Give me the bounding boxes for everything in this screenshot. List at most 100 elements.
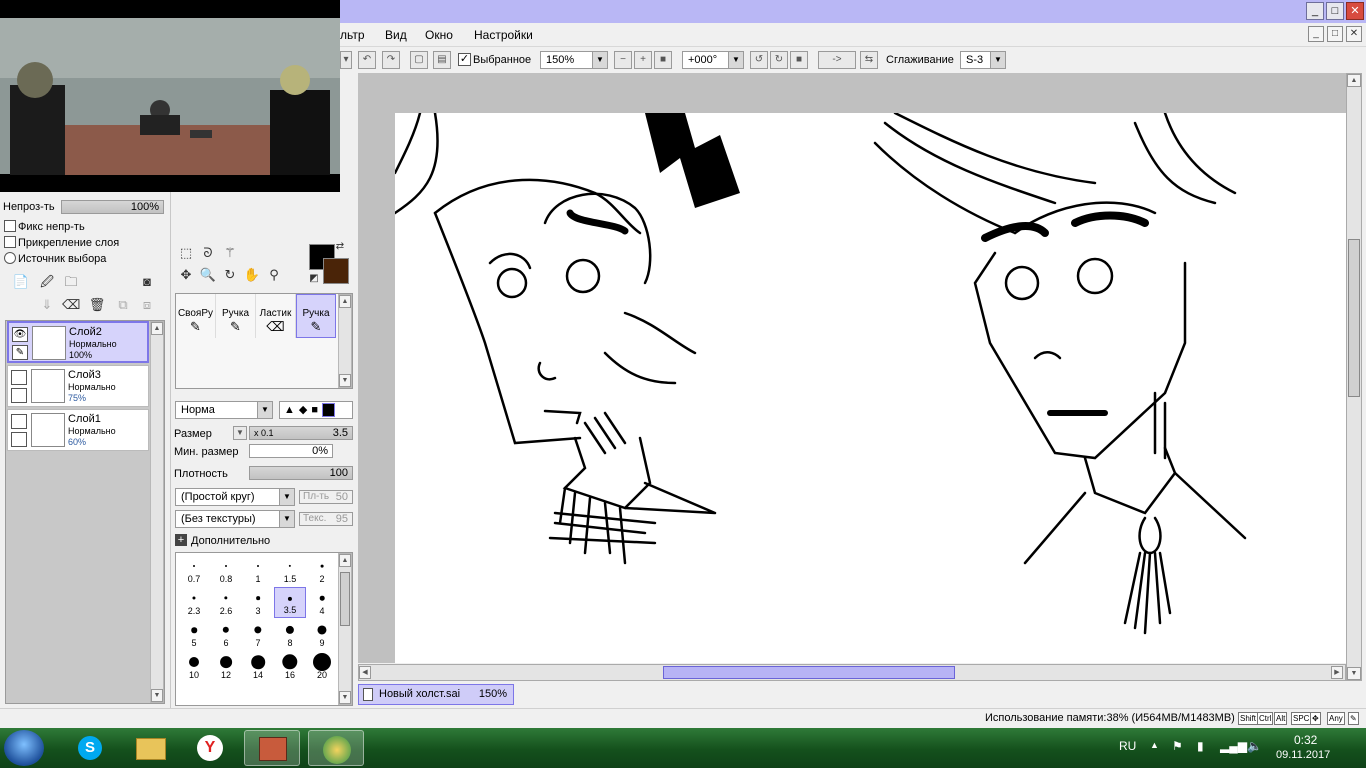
app-window-icon[interactable] <box>244 730 300 766</box>
skype-icon[interactable]: S <box>62 730 118 766</box>
zoom-reset-icon[interactable]: ■ <box>654 51 672 69</box>
layer-mask-icon[interactable]: ◙ <box>138 273 156 291</box>
transfer-down-icon[interactable]: ⇓ <box>38 296 56 314</box>
doc-restore-button[interactable]: □ <box>1327 26 1343 42</box>
layer-item[interactable]: 👁 ✎ Слой2 Нормально 100% <box>7 321 149 363</box>
paint-tool-sai-icon[interactable] <box>308 730 364 766</box>
brush-size-preset[interactable]: 2.3 <box>178 587 210 618</box>
brush-slot[interactable]: Ручка ✎ <box>216 294 256 338</box>
brush-scrollbar[interactable]: ▲ ▼ <box>338 294 352 388</box>
blend-mode-select[interactable]: Норма ▼ <box>175 401 273 419</box>
redo-icon[interactable]: ↷ <box>382 51 400 69</box>
texture-select[interactable]: (Без текстуры) ▼ <box>175 510 295 528</box>
new-vector-layer-icon[interactable]: 🖉 <box>38 273 56 291</box>
yandex-browser-icon[interactable]: Y <box>182 730 238 766</box>
smoothing-select[interactable]: S-3 ▼ <box>960 51 1006 69</box>
pen-icon[interactable]: ✎ <box>12 345 28 360</box>
size-range-icon[interactable]: ▼ <box>233 426 247 440</box>
expand-plus-icon[interactable]: + <box>175 534 187 546</box>
menu-filter[interactable]: льтр <box>340 28 365 42</box>
min-size-slider[interactable]: 0% <box>249 444 333 458</box>
brush-size-preset[interactable]: 0.8 <box>210 555 242 586</box>
battery-icon[interactable]: ▮ <box>1197 739 1204 753</box>
brush-size-preset[interactable]: 7 <box>242 619 274 650</box>
zoom-in-icon[interactable]: + <box>634 51 652 69</box>
brush-slot[interactable]: Ластик ⌫ <box>256 294 296 338</box>
zoom-icon[interactable]: 🔍 <box>199 266 217 284</box>
scroll-left-icon[interactable]: ◀ <box>359 666 371 679</box>
doc-minimize-button[interactable]: _ <box>1308 26 1324 42</box>
brush-shape-select[interactable]: (Простой круг) ▼ <box>175 488 295 506</box>
menu-settings[interactable]: Настройки <box>474 28 533 42</box>
size-slider[interactable]: x 0.1 3.5 <box>249 426 353 440</box>
lasso-icon[interactable]: ᘐ <box>199 244 217 262</box>
reset-colors-icon[interactable]: ◩ <box>307 272 321 286</box>
rotate-right-icon[interactable]: ↻ <box>770 51 788 69</box>
secondary-color-swatch[interactable] <box>323 258 349 284</box>
size-scrollbar[interactable]: ▲ ▼ <box>338 553 352 705</box>
texture-amount-slider[interactable]: Текс. 95 <box>299 512 353 526</box>
magic-wand-icon[interactable]: ⚚ <box>221 244 239 262</box>
advanced-label[interactable]: Дополнительно <box>191 535 270 547</box>
brush-size-preset[interactable]: 10 <box>178 651 210 682</box>
brush-size-preset[interactable]: 1.5 <box>274 555 306 586</box>
new-layer-icon[interactable]: 📄 <box>12 273 30 291</box>
brush-size-preset[interactable]: 2 <box>306 555 338 586</box>
brush-size-preset[interactable]: 2.6 <box>210 587 242 618</box>
opacity-slider[interactable]: 100% <box>61 200 164 214</box>
rotate-left-icon[interactable]: ↺ <box>750 51 768 69</box>
layer-item[interactable]: Слой3 Нормально 75% <box>7 365 149 407</box>
rect-select-icon[interactable]: ⬚ <box>177 244 195 262</box>
scroll-down-icon[interactable]: ▼ <box>339 374 351 387</box>
show-hidden-icons-icon[interactable]: ▲ <box>1150 740 1159 750</box>
size-scroll-thumb[interactable] <box>340 572 350 626</box>
zoom-select[interactable]: 150% ▼ <box>540 51 608 69</box>
brush-size-preset[interactable]: 12 <box>210 651 242 682</box>
clip-layer-checkbox[interactable] <box>4 236 16 248</box>
canvas-vertical-scrollbar[interactable]: ▲ ▼ <box>1346 73 1362 681</box>
undo-icon[interactable]: ↶ <box>358 51 376 69</box>
eye-icon[interactable]: 👁 <box>12 327 28 342</box>
mirror-icon[interactable]: ⇆ <box>860 51 878 69</box>
scroll-down-icon[interactable]: ▼ <box>1347 667 1361 680</box>
lock-checkbox[interactable] <box>11 432 27 447</box>
toolbar-dropdown-icon[interactable]: ▾ <box>340 51 352 69</box>
canvas-hscroll-thumb[interactable] <box>663 666 955 679</box>
swap-colors-icon[interactable]: ⇄ <box>333 240 347 254</box>
menu-window[interactable]: Окно <box>425 28 453 42</box>
brush-slot[interactable]: Ручка ✎ <box>296 294 336 338</box>
shape-amount-slider[interactable]: Пл-ть 50 <box>299 490 353 504</box>
network-warning-icon[interactable]: ⚑ <box>1172 739 1183 753</box>
brush-size-preset[interactable]: 14 <box>242 651 274 682</box>
maximize-button[interactable]: □ <box>1326 2 1344 20</box>
scroll-right-icon[interactable]: ▶ <box>1331 666 1343 679</box>
start-button[interactable] <box>4 730 44 766</box>
language-indicator[interactable]: RU <box>1119 739 1136 753</box>
minimize-button[interactable]: _ <box>1306 2 1324 20</box>
clock-time[interactable]: 0:32 <box>1294 733 1317 747</box>
move-icon[interactable]: ✥ <box>177 266 195 284</box>
rotation-select[interactable]: +000° ▼ <box>682 51 744 69</box>
explorer-icon[interactable] <box>122 730 178 766</box>
menu-view[interactable]: Вид <box>385 28 407 42</box>
doc-close-button[interactable]: ✕ <box>1346 26 1362 42</box>
brush-size-preset[interactable]: 6 <box>210 619 242 650</box>
rotate-reset-icon[interactable]: ■ <box>790 51 808 69</box>
scroll-up-icon[interactable]: ▲ <box>1347 74 1361 87</box>
brush-size-preset[interactable]: 20 <box>306 651 338 682</box>
deselect-icon[interactable]: ▢ <box>410 51 428 69</box>
document-tab[interactable]: Новый холст.sai 150% <box>358 684 514 705</box>
selected-checkbox[interactable]: ✓ <box>458 53 471 66</box>
source-select-radio[interactable] <box>4 252 16 264</box>
brush-size-preset[interactable]: 16 <box>274 651 306 682</box>
clock-date[interactable]: 09.11.2017 <box>1276 749 1330 761</box>
visibility-checkbox[interactable] <box>11 414 27 429</box>
scroll-down-icon[interactable]: ▼ <box>339 691 351 704</box>
close-button[interactable]: ✕ <box>1346 2 1364 20</box>
canvas-vscroll-thumb[interactable] <box>1348 239 1360 397</box>
hand-icon[interactable]: ✋ <box>243 266 261 284</box>
scroll-up-icon[interactable]: ▲ <box>339 554 351 567</box>
volume-icon[interactable]: 🔈 <box>1247 739 1262 753</box>
brush-size-preset[interactable]: 5 <box>178 619 210 650</box>
brush-size-preset[interactable]: 3.5 <box>274 587 306 618</box>
